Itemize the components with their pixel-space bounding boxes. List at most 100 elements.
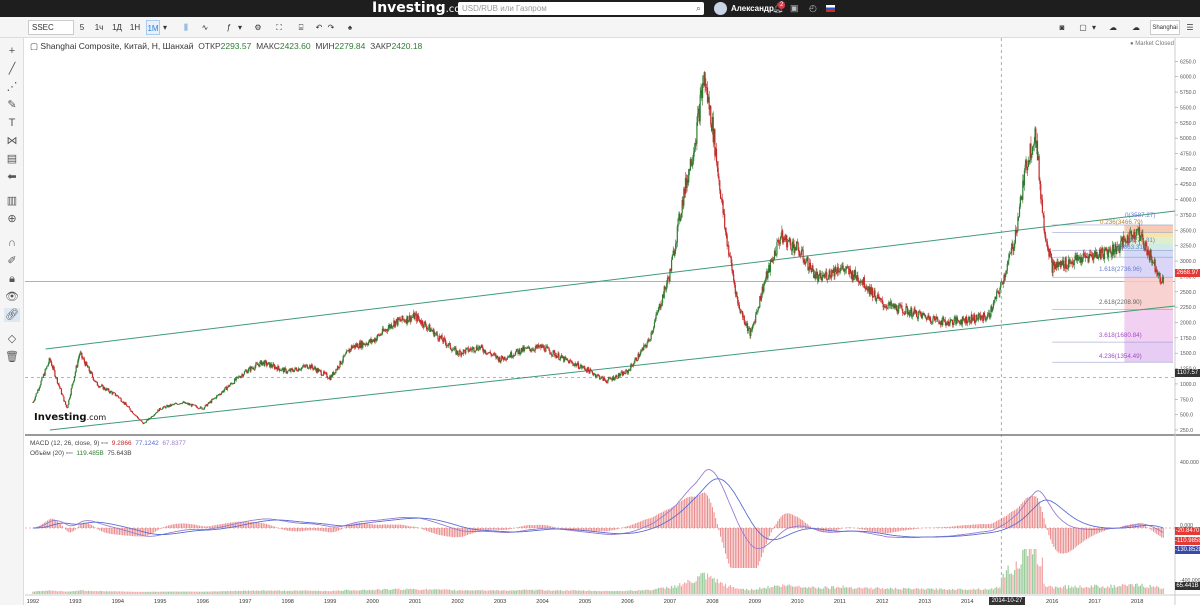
candle-body (932, 318, 934, 323)
cloud-load-icon[interactable]: ☁ (1127, 20, 1145, 35)
cursor-date-label: 2014-10-27 (989, 597, 1025, 605)
candle-body (946, 322, 948, 326)
timeframe-1w[interactable]: 1Н (128, 20, 142, 35)
time-tick-label: 2003 (494, 599, 506, 605)
macd-histogram-bar (463, 528, 465, 537)
layout-icon[interactable]: ▢ (1077, 20, 1089, 35)
settings-gear-icon[interactable]: ⚙ (252, 20, 264, 35)
macd-histogram-bar (1069, 528, 1071, 552)
alert-icon[interactable]: ♠ (344, 20, 356, 35)
language-flag-icon[interactable] (826, 5, 835, 12)
compare-icon[interactable]: ∿ (199, 20, 211, 35)
macd-histogram-bar (989, 524, 991, 528)
volume-bar (159, 591, 161, 594)
crosshair-icon[interactable]: + (4, 44, 20, 58)
magnet-icon[interactable]: ∩ (4, 236, 20, 250)
search-input[interactable]: USD/RUB или Газпром ⌕ (458, 2, 704, 15)
timeframe-dropdown-icon[interactable]: ▾ (161, 20, 169, 35)
indicators-dropdown-icon[interactable]: ▾ (236, 20, 244, 35)
stay-drawing-icon[interactable]: ✐ (4, 254, 20, 268)
price-chart[interactable]: 250.0500.0750.01000.01250.01500.01750.02… (25, 38, 1200, 605)
candle-body (737, 303, 740, 305)
macd-histogram-bar (125, 528, 127, 536)
pattern-icon[interactable]: ⋈ (4, 134, 20, 148)
volume-bar (89, 590, 91, 594)
channel-tool-icon[interactable]: ⋰ (4, 80, 20, 94)
trend-line-icon[interactable]: ╱ (4, 62, 20, 76)
camera-snapshot-icon[interactable]: ⌸ (295, 20, 307, 35)
drawing-tools-panel: + ╱ ⋰ ✎ T ⋈ ▤ ⬅ ▥ ⊕ ∩ ✐ 🔒︎ 👁︎ 🔗︎ ◇ 🗑︎ (0, 38, 24, 605)
chart-settings-icon[interactable]: ▢ (30, 41, 38, 51)
menu-icon[interactable]: ☰ (1184, 20, 1196, 35)
fib-tool-icon[interactable]: ▤ (4, 152, 20, 166)
text-tool-icon[interactable]: T (4, 116, 20, 130)
candle-body (755, 311, 758, 315)
volume-bar (171, 591, 173, 594)
cloud-save-icon[interactable]: ☁ (1104, 20, 1122, 35)
candle-body (93, 379, 95, 381)
candles-icon[interactable]: ⫼ (180, 20, 192, 35)
brush-icon[interactable]: ✎ (4, 98, 20, 112)
zoom-icon[interactable]: ⊕ (4, 212, 20, 226)
search-icon[interactable]: ⌕ (696, 2, 701, 15)
trash-icon[interactable]: 🗑︎ (4, 350, 20, 364)
undo-icon[interactable]: ↶ (314, 20, 324, 35)
volume-bar (355, 590, 357, 594)
redo-icon[interactable]: ↷ (326, 20, 336, 35)
volume-bar (260, 590, 263, 594)
username[interactable]: Александр (731, 0, 774, 17)
volume-bar (60, 590, 62, 594)
macd-histogram-bar (1033, 496, 1035, 528)
camera-icon[interactable]: ◙ (1056, 20, 1068, 35)
volume-bar (1025, 549, 1027, 594)
eye-icon[interactable]: 👁︎ (4, 290, 20, 304)
candle-body (854, 269, 856, 277)
volume-bar (762, 587, 764, 594)
timeframe-1h[interactable]: 1ч (92, 20, 106, 35)
clock-icon[interactable]: ◴ (809, 2, 817, 15)
candle-body (287, 370, 290, 372)
volume-bar (412, 588, 415, 594)
symbol-input[interactable]: SSEC (28, 20, 74, 35)
macd-histogram-bar (377, 524, 379, 528)
lock-icon[interactable]: 🔒︎ (4, 272, 20, 286)
volume-bar (719, 581, 722, 594)
timeframe-1d[interactable]: 1Д (110, 20, 124, 35)
macd-histogram-bar (430, 528, 432, 533)
volume-bar (800, 587, 802, 594)
candle-body (200, 406, 202, 408)
indicators-icon[interactable]: ƒ (223, 20, 235, 35)
macd-histogram-bar (256, 522, 258, 528)
exchange-button[interactable]: Shanghai (1150, 20, 1180, 35)
layout-dropdown-icon[interactable]: ▾ (1090, 20, 1098, 35)
volume-bar (951, 588, 954, 594)
avatar[interactable] (714, 2, 727, 15)
candle-body (623, 371, 625, 374)
volume-bar (1046, 587, 1048, 594)
macd-histogram-bar (48, 519, 50, 528)
candle-body (559, 356, 562, 360)
candle-body (802, 249, 804, 260)
site-logo[interactable]: Investing.com (372, 0, 470, 18)
back-arrow-icon[interactable]: ⬅ (4, 170, 20, 184)
macd-histogram-bar (395, 524, 397, 528)
volume-bar (798, 585, 800, 594)
portfolio-icon[interactable]: ▣ (790, 2, 799, 15)
candle-body (519, 352, 522, 355)
volume-bar (961, 589, 963, 594)
link-icon[interactable]: 🔗︎ (4, 308, 20, 322)
macd-histogram-bar (800, 519, 802, 528)
macd-histogram-bar (1079, 528, 1081, 544)
trend-channel[interactable] (45, 210, 1176, 431)
volume-bar (917, 588, 919, 594)
measure-icon[interactable]: ▥ (4, 194, 20, 208)
candle-body (767, 269, 769, 278)
candle-body (33, 399, 36, 402)
macd-histogram-bar (494, 528, 496, 530)
macd-histogram-bar (163, 527, 165, 528)
layers-icon[interactable]: ◇ (4, 332, 20, 346)
timeframe-1m[interactable]: 1М (146, 20, 160, 35)
fullscreen-icon[interactable]: ⛶ (273, 20, 285, 35)
timeframe-5[interactable]: 5 (76, 20, 88, 35)
macd-histogram-bar (942, 527, 944, 528)
